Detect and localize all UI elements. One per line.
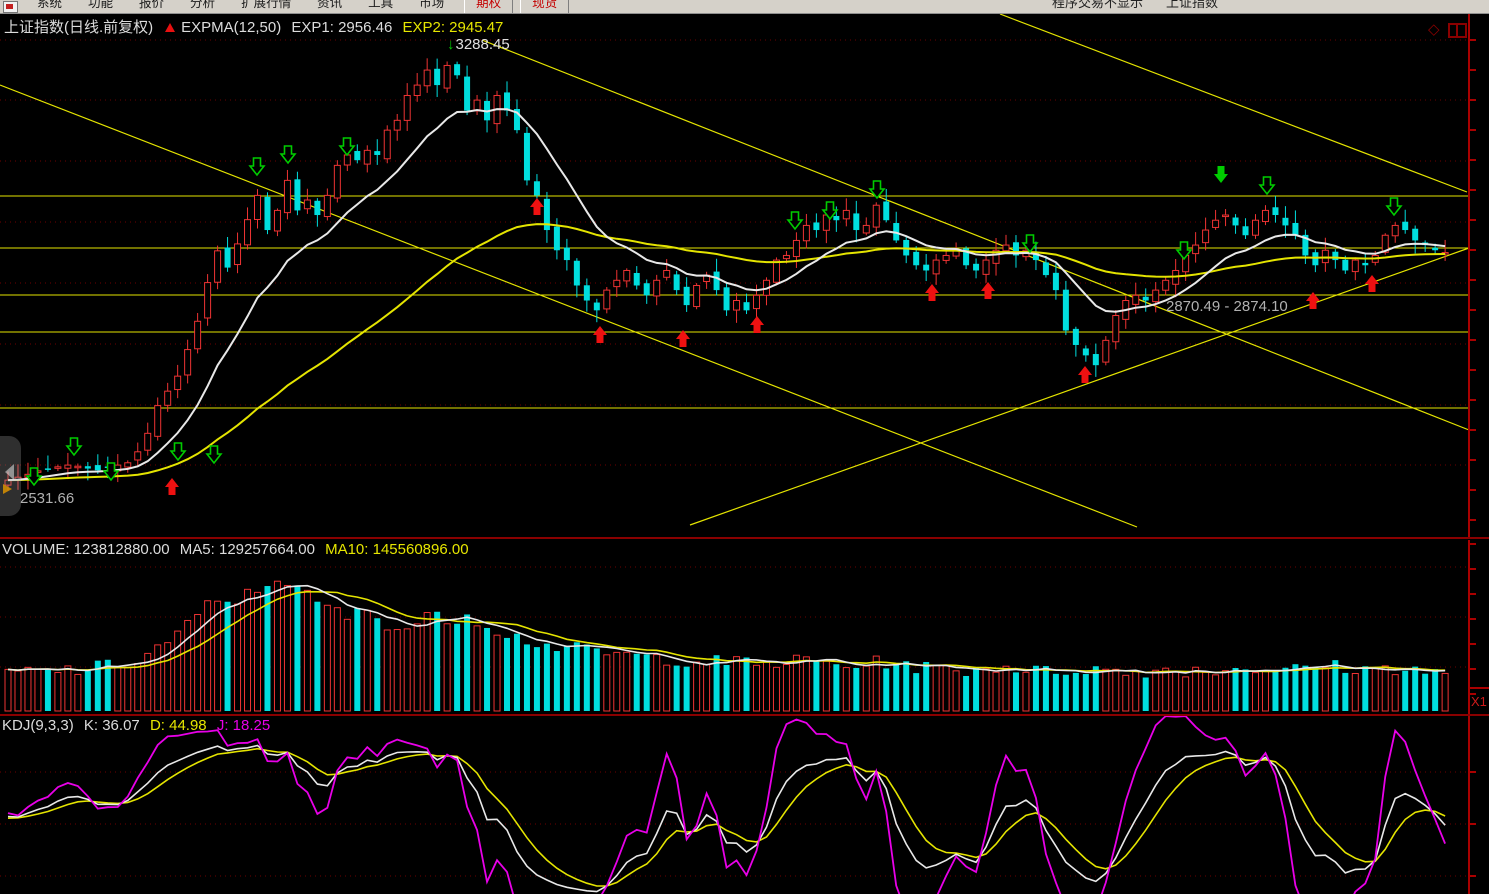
high-price-label: ↓3288.45: [447, 36, 510, 53]
kdj-d-value: D: 44.98: [150, 717, 207, 734]
kdj-j-value: J: 18.25: [217, 717, 270, 734]
menu-item-0[interactable]: 系统: [24, 0, 75, 14]
volume-header: VOLUME: 123812880.00 MA5: 129257664.00 M…: [2, 541, 475, 558]
menu-row: 系统功能报价分析扩展行情资讯工具市场期权现货: [24, 0, 569, 13]
exp2-value: EXP2: 2945.47: [402, 19, 503, 36]
menu-item-1[interactable]: 功能: [75, 0, 126, 14]
menu-item-2[interactable]: 报价: [126, 0, 177, 14]
trading-terminal: 系统功能报价分析扩展行情资讯工具市场期权现货 程序交易不显示 上证指数 上证指数…: [0, 0, 1489, 894]
menu-item-7[interactable]: 市场: [406, 0, 457, 14]
menu-item-3[interactable]: 分析: [177, 0, 228, 14]
pane-divider[interactable]: [0, 537, 1489, 539]
diamond-icon[interactable]: ◇: [1428, 22, 1440, 37]
volume-ma5: MA5: 129257664.00: [180, 541, 315, 558]
menu-hot-item-0[interactable]: 期权: [464, 0, 513, 14]
low-price-label: 2531.66: [20, 490, 74, 507]
kdj-pane[interactable]: [0, 716, 1489, 894]
instrument-title: 上证指数(日线.前复权): [4, 19, 153, 36]
menu-bar: 系统功能报价分析扩展行情资讯工具市场期权现货 程序交易不显示 上证指数: [0, 0, 1489, 14]
status-text: 程序交易不显示: [1052, 0, 1143, 13]
kdj-k-value: K: 36.07: [84, 717, 140, 734]
orange-wedge-icon: [3, 484, 12, 494]
volume-ma10: MA10: 145560896.00: [325, 541, 468, 558]
price-range-label: 2870.49 - 2874.10: [1166, 298, 1288, 315]
volume-value: VOLUME: 123812880.00: [2, 541, 170, 558]
main-indicator-header: 上证指数(日线.前复权) EXPMA(12,50) EXP1: 2956.46 E…: [4, 16, 509, 37]
menu-item-6[interactable]: 工具: [355, 0, 406, 14]
exp1-value: EXP1: 2956.46: [291, 19, 392, 36]
kdj-header: KDJ(9,3,3) K: 36.07 D: 44.98 J: 18.25: [2, 717, 276, 734]
left-arrow-icon: [5, 464, 14, 480]
kdj-name: KDJ(9,3,3): [2, 717, 74, 734]
main-price-pane[interactable]: [0, 14, 1489, 537]
menu-hot-item-1[interactable]: 现货: [520, 0, 569, 14]
app-icon[interactable]: [3, 1, 18, 13]
volume-pane[interactable]: [0, 540, 1489, 714]
pane-close-button[interactable]: X1: [1471, 694, 1487, 709]
red-up-arrow-icon: [165, 23, 175, 32]
left-panel-arrow[interactable]: [0, 436, 21, 516]
window-split-icon[interactable]: [1448, 23, 1467, 38]
menu-item-4[interactable]: 扩展行情: [228, 0, 304, 14]
green-down-arrow-icon: ↓: [447, 36, 455, 53]
indicator-name: EXPMA(12,50): [181, 19, 281, 36]
menu-item-5[interactable]: 资讯: [304, 0, 355, 14]
current-index-name: 上证指数: [1166, 0, 1218, 13]
